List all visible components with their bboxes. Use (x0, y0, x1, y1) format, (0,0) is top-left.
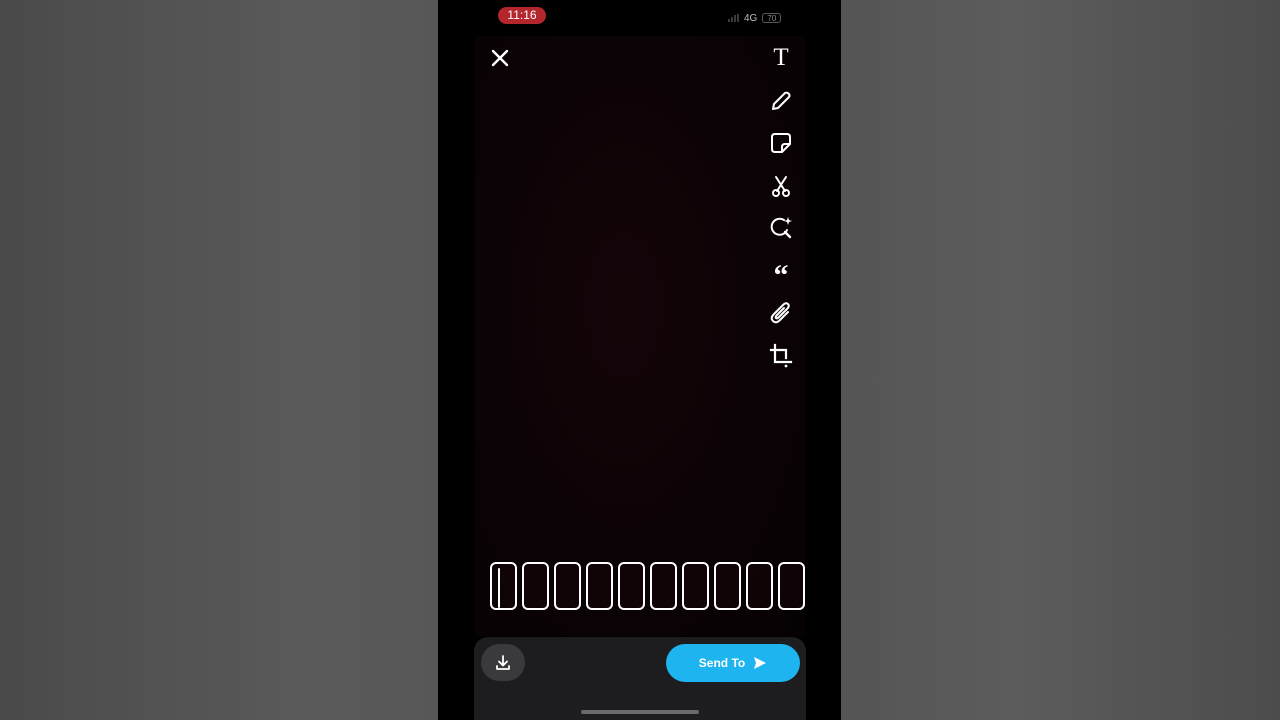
status-time: 11:16 (498, 7, 546, 24)
timeline-frame[interactable] (586, 562, 613, 610)
lens-tool-button[interactable] (768, 215, 794, 241)
send-to-button[interactable]: Send To (666, 644, 800, 682)
timeline-frame[interactable] (746, 562, 773, 610)
timeline-frame[interactable] (554, 562, 581, 610)
crop-icon (769, 343, 793, 368)
save-button[interactable] (481, 644, 525, 681)
attachment-tool-button[interactable] (768, 300, 794, 326)
text-tool-button[interactable]: T (768, 45, 794, 71)
timeline-frame[interactable] (490, 562, 517, 610)
timeline-frames[interactable] (490, 562, 808, 610)
crop-tool-button[interactable] (768, 343, 794, 369)
signal-icon (728, 14, 739, 22)
timeline-frame[interactable] (714, 562, 741, 610)
timeline-frame[interactable] (682, 562, 709, 610)
battery-icon: 70 (762, 13, 782, 23)
timeline-frame[interactable] (778, 562, 805, 610)
scissors-icon (772, 176, 790, 197)
send-to-label: Send To (698, 656, 746, 670)
quote-tool-button[interactable]: “ (768, 258, 794, 291)
close-icon[interactable] (488, 46, 512, 70)
home-indicator[interactable] (581, 710, 699, 714)
draw-tool-button[interactable] (768, 88, 794, 114)
sticker-icon (771, 133, 791, 153)
timeline-frame[interactable] (522, 562, 549, 610)
text-icon: T (773, 44, 789, 71)
snap-preview (475, 36, 805, 636)
bottom-action-bar: Send To (474, 637, 806, 720)
pencil-icon (772, 91, 791, 110)
playhead-handle[interactable] (498, 568, 500, 608)
send-arrow-icon (754, 657, 767, 669)
sticker-tool-button[interactable] (768, 130, 794, 156)
paperclip-icon (770, 302, 790, 324)
lens-icon (770, 217, 792, 239)
status-indicators: 4G 70 (728, 11, 782, 25)
phone-screen: 11:16 4G 70 T “ Send To (438, 0, 841, 720)
blurred-background-left (0, 0, 438, 720)
timeline-frame[interactable] (618, 562, 645, 610)
quote-icon: “ (773, 259, 789, 292)
blurred-background-right (841, 0, 1280, 720)
network-type: 4G (744, 12, 758, 24)
scissors-tool-button[interactable] (768, 173, 794, 199)
download-icon (496, 654, 510, 670)
timeline-frame[interactable] (650, 562, 677, 610)
